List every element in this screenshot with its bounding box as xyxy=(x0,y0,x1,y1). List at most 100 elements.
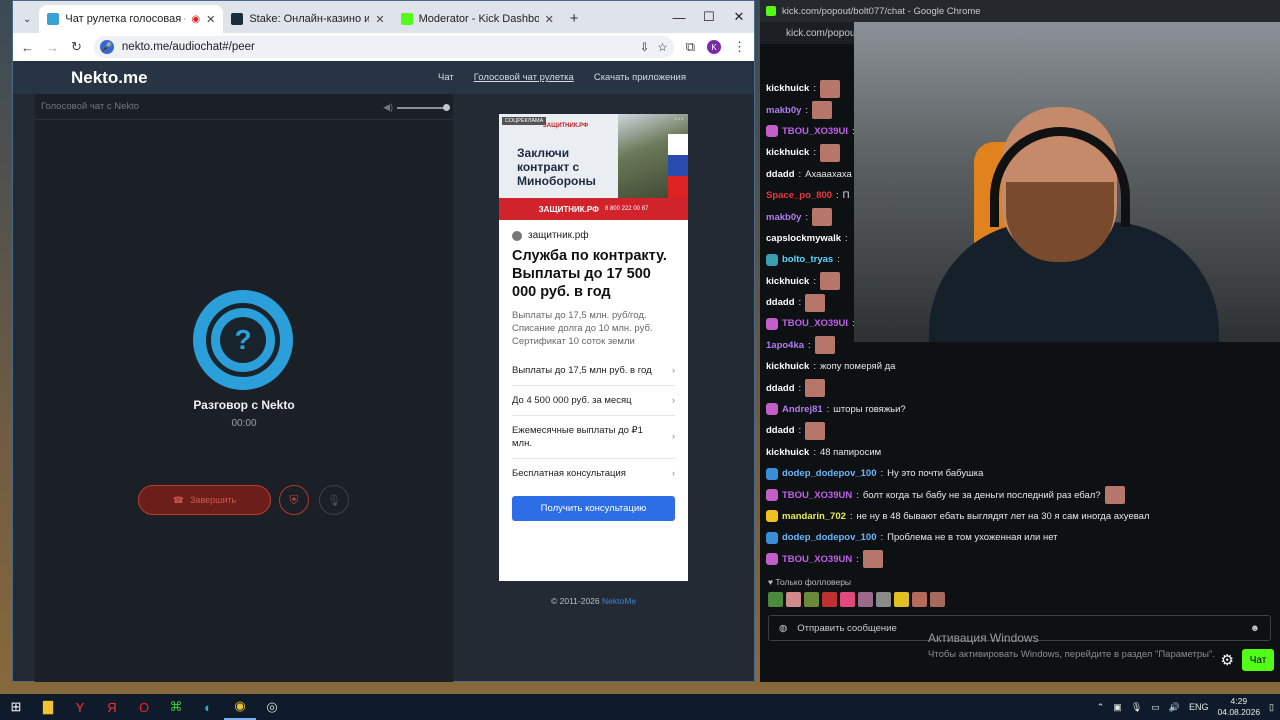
mute-button[interactable]: 🎙 xyxy=(319,485,349,515)
emote-icon[interactable] xyxy=(858,592,873,607)
volume-knob[interactable] xyxy=(443,103,450,111)
chat-username[interactable]: kickhuick xyxy=(766,83,809,94)
chat-username[interactable]: ddadd xyxy=(766,425,795,436)
close-tab-icon[interactable]: ✕ xyxy=(545,13,554,26)
separator: : xyxy=(826,403,830,415)
ad-link[interactable]: Выплаты до 17,5 млн руб. в год › xyxy=(512,356,675,386)
ad-link[interactable]: Бесплатная консультация › xyxy=(512,459,675,488)
chat-username[interactable]: bolto_tryas xyxy=(782,254,833,265)
url-input[interactable]: 🎤 nekto.me/audiochat#/peer ⇩ ☆ xyxy=(93,36,674,58)
chat-username[interactable]: TBOU_XO39UI xyxy=(782,126,848,137)
close-window-icon[interactable]: ✕ xyxy=(724,1,754,33)
close-tab-icon[interactable]: ✕ xyxy=(375,13,384,26)
yandex-browser-icon[interactable]: Y xyxy=(64,694,96,720)
tray-app-icon[interactable]: ▣ xyxy=(1113,702,1122,713)
tab-nekto[interactable]: Чат рулетка голосовая — Ne ◉ ✕ xyxy=(39,5,224,33)
file-explorer-icon[interactable]: ▇ xyxy=(32,694,64,720)
opera-icon[interactable]: O xyxy=(128,694,160,720)
user-badge-icon xyxy=(766,253,778,266)
volume-track[interactable] xyxy=(397,103,450,111)
emote-icon[interactable] xyxy=(840,592,855,607)
emoji-icon[interactable]: ☻ xyxy=(1250,623,1260,634)
emote-icon[interactable] xyxy=(768,592,783,607)
minimize-icon[interactable]: — xyxy=(664,1,694,33)
chat-username[interactable]: kickhuick xyxy=(766,276,809,287)
ad-menu-icon[interactable]: ⋯ xyxy=(674,114,684,125)
chat-username[interactable]: dodep_dodepov_100 xyxy=(782,532,877,543)
extension-icon[interactable]: ⧉ xyxy=(686,39,695,55)
tab-search-chevron-icon[interactable]: ⌄ xyxy=(23,14,31,25)
windows-start-icon[interactable]: ⊞ xyxy=(0,694,32,720)
chat-username[interactable]: TBOU_XO39UN xyxy=(782,554,852,565)
emote-icon[interactable] xyxy=(822,592,837,607)
tab-kick-moderator[interactable]: Moderator - Kick Dashboard ✕ xyxy=(393,5,562,33)
chat-username[interactable]: kickhuick xyxy=(766,361,809,372)
emote-icon[interactable] xyxy=(786,592,801,607)
forward-icon[interactable]: → xyxy=(46,40,59,55)
end-call-button[interactable]: ☎ Завершить xyxy=(138,485,271,515)
maximize-icon[interactable]: ☐ xyxy=(694,1,724,33)
new-tab-icon[interactable]: + xyxy=(570,10,579,27)
reload-icon[interactable]: ↻ xyxy=(71,39,82,55)
tray-mic-icon[interactable]: 🎙 xyxy=(1131,702,1142,713)
chat-username[interactable]: kickhuick xyxy=(766,147,809,158)
emote-icon[interactable] xyxy=(930,592,945,607)
edge-icon[interactable]: ◐ xyxy=(192,694,224,720)
profile-avatar[interactable]: K xyxy=(707,40,721,54)
yandex-icon[interactable]: Я xyxy=(96,694,128,720)
chat-username[interactable]: Andrej81 xyxy=(782,404,823,415)
language-indicator[interactable]: ENG xyxy=(1189,702,1209,712)
chat-username[interactable]: ddadd xyxy=(766,297,795,308)
chat-username[interactable]: TBOU_XO39UN xyxy=(782,490,852,501)
chevron-right-icon: › xyxy=(671,394,675,406)
chat-username[interactable]: 1apo4ka xyxy=(766,340,804,351)
chat-username[interactable]: Space_po_800 xyxy=(766,190,832,201)
nav-download-apps[interactable]: Скачать приложения xyxy=(594,72,686,83)
volume-slider[interactable]: ◀) xyxy=(383,102,450,113)
back-icon[interactable]: ← xyxy=(21,40,34,55)
volume-icon[interactable]: 🔊 xyxy=(1169,702,1180,713)
chat-username[interactable]: ddadd xyxy=(766,383,795,394)
ad-cta-button[interactable]: Получить консультацию xyxy=(512,496,675,521)
app-icon[interactable]: ⌘ xyxy=(160,694,192,720)
chat-username[interactable]: makb0y xyxy=(766,105,801,116)
advertisement[interactable]: СОЦРЕКЛАМА ЗАЩИТНИК.РФ ⋯ Заключи контрак… xyxy=(499,114,688,581)
send-chat-button[interactable]: Чат xyxy=(1242,649,1274,671)
menu-dots-icon[interactable]: ⋮ xyxy=(733,39,746,55)
ad-headline[interactable]: Служба по контракту. Выплаты до 17 500 0… xyxy=(499,241,688,301)
ad-link[interactable]: Ежемесячные выплаты до ₽1 млн. › xyxy=(512,416,675,459)
avatar-ring: ? xyxy=(206,303,280,377)
chat-username[interactable]: ddadd xyxy=(766,169,795,180)
obs-icon[interactable]: ◎ xyxy=(256,694,288,720)
close-tab-icon[interactable]: ✕ xyxy=(206,13,215,26)
site-logo[interactable]: Nekto.me xyxy=(71,68,148,88)
emote-icon[interactable] xyxy=(912,592,927,607)
microphone-icon: 🎤 xyxy=(99,40,114,54)
ad-link[interactable]: До 4 500 000 руб. за месяц › xyxy=(512,386,675,416)
nektome-link[interactable]: NektoMe xyxy=(602,596,636,606)
emote-icon[interactable] xyxy=(894,592,909,607)
ad-link-label: Ежемесячные выплаты до ₽1 млн. xyxy=(512,425,643,449)
emote-icon[interactable] xyxy=(804,592,819,607)
ad-site[interactable]: защитник.рф xyxy=(499,220,688,241)
chat-username[interactable]: dodep_dodepov_100 xyxy=(782,468,877,479)
nav-voice-roulette[interactable]: Голосовой чат рулетка xyxy=(474,72,574,83)
nav-chat[interactable]: Чат xyxy=(438,72,454,83)
chat-username[interactable]: makb0y xyxy=(766,212,801,223)
chat-username[interactable]: mandarin_702 xyxy=(782,511,846,522)
clock[interactable]: 4:29 04.08.2026 xyxy=(1218,696,1261,718)
bookmark-star-icon[interactable]: ☆ xyxy=(657,40,667,54)
ad-banner[interactable]: СОЦРЕКЛАМА ЗАЩИТНИК.РФ ⋯ Заключи контрак… xyxy=(499,114,688,220)
chrome-icon[interactable]: ◉ xyxy=(224,694,256,720)
emote-icon[interactable] xyxy=(876,592,891,607)
tab-stake[interactable]: Stake: Онлайн-казино и ставк ✕ xyxy=(223,5,392,33)
chat-username[interactable]: TBOU_XO39UI xyxy=(782,318,848,329)
tray-chevron-icon[interactable]: ⌃ xyxy=(1097,702,1105,713)
notification-icon[interactable]: ▯ xyxy=(1269,702,1274,713)
report-button[interactable]: ⛨ xyxy=(279,485,309,515)
install-icon[interactable]: ⇩ xyxy=(640,40,650,54)
network-icon[interactable]: ▭ xyxy=(1151,702,1160,713)
chat-username[interactable]: kickhuick xyxy=(766,447,809,458)
chat-username[interactable]: capslockmywalk xyxy=(766,233,841,244)
gear-icon[interactable]: ⚙ xyxy=(1221,651,1234,669)
